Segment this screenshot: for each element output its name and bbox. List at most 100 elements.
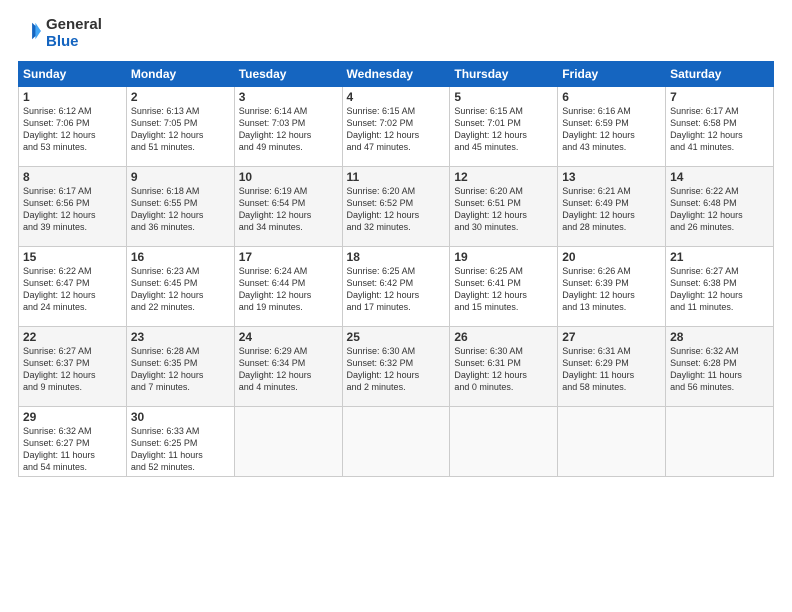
calendar-cell: 28Sunrise: 6:32 AM Sunset: 6:28 PM Dayli… (666, 326, 774, 406)
day-number: 10 (239, 170, 338, 184)
calendar-cell: 29Sunrise: 6:32 AM Sunset: 6:27 PM Dayli… (19, 406, 127, 477)
day-info: Sunrise: 6:16 AM Sunset: 6:59 PM Dayligh… (562, 105, 661, 154)
calendar-cell (450, 406, 558, 477)
day-info: Sunrise: 6:32 AM Sunset: 6:28 PM Dayligh… (670, 345, 769, 394)
calendar-cell: 19Sunrise: 6:25 AM Sunset: 6:41 PM Dayli… (450, 246, 558, 326)
day-number: 1 (23, 90, 122, 104)
day-info: Sunrise: 6:13 AM Sunset: 7:05 PM Dayligh… (131, 105, 230, 154)
day-number: 11 (347, 170, 446, 184)
calendar-cell: 25Sunrise: 6:30 AM Sunset: 6:32 PM Dayli… (342, 326, 450, 406)
day-header-thursday: Thursday (450, 61, 558, 86)
calendar-cell: 11Sunrise: 6:20 AM Sunset: 6:52 PM Dayli… (342, 166, 450, 246)
day-info: Sunrise: 6:27 AM Sunset: 6:37 PM Dayligh… (23, 345, 122, 394)
calendar-cell: 10Sunrise: 6:19 AM Sunset: 6:54 PM Dayli… (234, 166, 342, 246)
day-info: Sunrise: 6:22 AM Sunset: 6:48 PM Dayligh… (670, 185, 769, 234)
day-info: Sunrise: 6:31 AM Sunset: 6:29 PM Dayligh… (562, 345, 661, 394)
day-number: 14 (670, 170, 769, 184)
calendar-cell: 30Sunrise: 6:33 AM Sunset: 6:25 PM Dayli… (126, 406, 234, 477)
day-number: 9 (131, 170, 230, 184)
day-info: Sunrise: 6:19 AM Sunset: 6:54 PM Dayligh… (239, 185, 338, 234)
day-info: Sunrise: 6:27 AM Sunset: 6:38 PM Dayligh… (670, 265, 769, 314)
calendar-cell: 4Sunrise: 6:15 AM Sunset: 7:02 PM Daylig… (342, 86, 450, 166)
day-header-tuesday: Tuesday (234, 61, 342, 86)
day-number: 8 (23, 170, 122, 184)
calendar-cell: 17Sunrise: 6:24 AM Sunset: 6:44 PM Dayli… (234, 246, 342, 326)
day-info: Sunrise: 6:30 AM Sunset: 6:31 PM Dayligh… (454, 345, 553, 394)
day-number: 18 (347, 250, 446, 264)
day-header-sunday: Sunday (19, 61, 127, 86)
day-header-wednesday: Wednesday (342, 61, 450, 86)
day-number: 16 (131, 250, 230, 264)
day-info: Sunrise: 6:28 AM Sunset: 6:35 PM Dayligh… (131, 345, 230, 394)
logo-line2: Blue (46, 33, 102, 50)
calendar-cell (558, 406, 666, 477)
logo-line1: General (46, 16, 102, 33)
calendar-cell: 27Sunrise: 6:31 AM Sunset: 6:29 PM Dayli… (558, 326, 666, 406)
day-number: 3 (239, 90, 338, 104)
day-info: Sunrise: 6:25 AM Sunset: 6:41 PM Dayligh… (454, 265, 553, 314)
day-number: 7 (670, 90, 769, 104)
calendar-cell: 21Sunrise: 6:27 AM Sunset: 6:38 PM Dayli… (666, 246, 774, 326)
calendar-cell: 24Sunrise: 6:29 AM Sunset: 6:34 PM Dayli… (234, 326, 342, 406)
day-header-monday: Monday (126, 61, 234, 86)
calendar-cell: 12Sunrise: 6:20 AM Sunset: 6:51 PM Dayli… (450, 166, 558, 246)
calendar-cell: 22Sunrise: 6:27 AM Sunset: 6:37 PM Dayli… (19, 326, 127, 406)
calendar-cell: 16Sunrise: 6:23 AM Sunset: 6:45 PM Dayli… (126, 246, 234, 326)
day-info: Sunrise: 6:14 AM Sunset: 7:03 PM Dayligh… (239, 105, 338, 154)
calendar-cell: 6Sunrise: 6:16 AM Sunset: 6:59 PM Daylig… (558, 86, 666, 166)
day-number: 27 (562, 330, 661, 344)
day-info: Sunrise: 6:20 AM Sunset: 6:52 PM Dayligh… (347, 185, 446, 234)
logo: General Blue (18, 16, 102, 51)
day-info: Sunrise: 6:18 AM Sunset: 6:55 PM Dayligh… (131, 185, 230, 234)
day-info: Sunrise: 6:12 AM Sunset: 7:06 PM Dayligh… (23, 105, 122, 154)
day-number: 28 (670, 330, 769, 344)
day-info: Sunrise: 6:15 AM Sunset: 7:02 PM Dayligh… (347, 105, 446, 154)
calendar-cell: 14Sunrise: 6:22 AM Sunset: 6:48 PM Dayli… (666, 166, 774, 246)
day-number: 29 (23, 410, 122, 424)
day-number: 24 (239, 330, 338, 344)
logo-icon (20, 20, 42, 42)
calendar-cell: 20Sunrise: 6:26 AM Sunset: 6:39 PM Dayli… (558, 246, 666, 326)
day-info: Sunrise: 6:25 AM Sunset: 6:42 PM Dayligh… (347, 265, 446, 314)
day-number: 21 (670, 250, 769, 264)
day-info: Sunrise: 6:21 AM Sunset: 6:49 PM Dayligh… (562, 185, 661, 234)
day-number: 15 (23, 250, 122, 264)
day-number: 22 (23, 330, 122, 344)
calendar-cell (666, 406, 774, 477)
day-number: 5 (454, 90, 553, 104)
day-info: Sunrise: 6:26 AM Sunset: 6:39 PM Dayligh… (562, 265, 661, 314)
day-header-saturday: Saturday (666, 61, 774, 86)
day-info: Sunrise: 6:30 AM Sunset: 6:32 PM Dayligh… (347, 345, 446, 394)
day-info: Sunrise: 6:17 AM Sunset: 6:58 PM Dayligh… (670, 105, 769, 154)
day-number: 25 (347, 330, 446, 344)
calendar-header-row: SundayMondayTuesdayWednesdayThursdayFrid… (19, 61, 774, 86)
day-info: Sunrise: 6:22 AM Sunset: 6:47 PM Dayligh… (23, 265, 122, 314)
calendar-cell: 3Sunrise: 6:14 AM Sunset: 7:03 PM Daylig… (234, 86, 342, 166)
calendar-table: SundayMondayTuesdayWednesdayThursdayFrid… (18, 61, 774, 478)
calendar-cell: 1Sunrise: 6:12 AM Sunset: 7:06 PM Daylig… (19, 86, 127, 166)
day-number: 26 (454, 330, 553, 344)
day-info: Sunrise: 6:23 AM Sunset: 6:45 PM Dayligh… (131, 265, 230, 314)
day-number: 2 (131, 90, 230, 104)
calendar-cell: 13Sunrise: 6:21 AM Sunset: 6:49 PM Dayli… (558, 166, 666, 246)
day-info: Sunrise: 6:32 AM Sunset: 6:27 PM Dayligh… (23, 425, 122, 474)
day-number: 19 (454, 250, 553, 264)
calendar-cell: 8Sunrise: 6:17 AM Sunset: 6:56 PM Daylig… (19, 166, 127, 246)
day-info: Sunrise: 6:17 AM Sunset: 6:56 PM Dayligh… (23, 185, 122, 234)
calendar-body: 1Sunrise: 6:12 AM Sunset: 7:06 PM Daylig… (19, 86, 774, 477)
day-info: Sunrise: 6:33 AM Sunset: 6:25 PM Dayligh… (131, 425, 230, 474)
calendar-cell: 9Sunrise: 6:18 AM Sunset: 6:55 PM Daylig… (126, 166, 234, 246)
day-header-friday: Friday (558, 61, 666, 86)
day-number: 6 (562, 90, 661, 104)
day-info: Sunrise: 6:24 AM Sunset: 6:44 PM Dayligh… (239, 265, 338, 314)
day-info: Sunrise: 6:29 AM Sunset: 6:34 PM Dayligh… (239, 345, 338, 394)
day-number: 13 (562, 170, 661, 184)
day-number: 30 (131, 410, 230, 424)
calendar-cell: 23Sunrise: 6:28 AM Sunset: 6:35 PM Dayli… (126, 326, 234, 406)
day-number: 12 (454, 170, 553, 184)
calendar-cell: 26Sunrise: 6:30 AM Sunset: 6:31 PM Dayli… (450, 326, 558, 406)
day-number: 20 (562, 250, 661, 264)
calendar-cell: 18Sunrise: 6:25 AM Sunset: 6:42 PM Dayli… (342, 246, 450, 326)
calendar-cell: 2Sunrise: 6:13 AM Sunset: 7:05 PM Daylig… (126, 86, 234, 166)
day-number: 4 (347, 90, 446, 104)
